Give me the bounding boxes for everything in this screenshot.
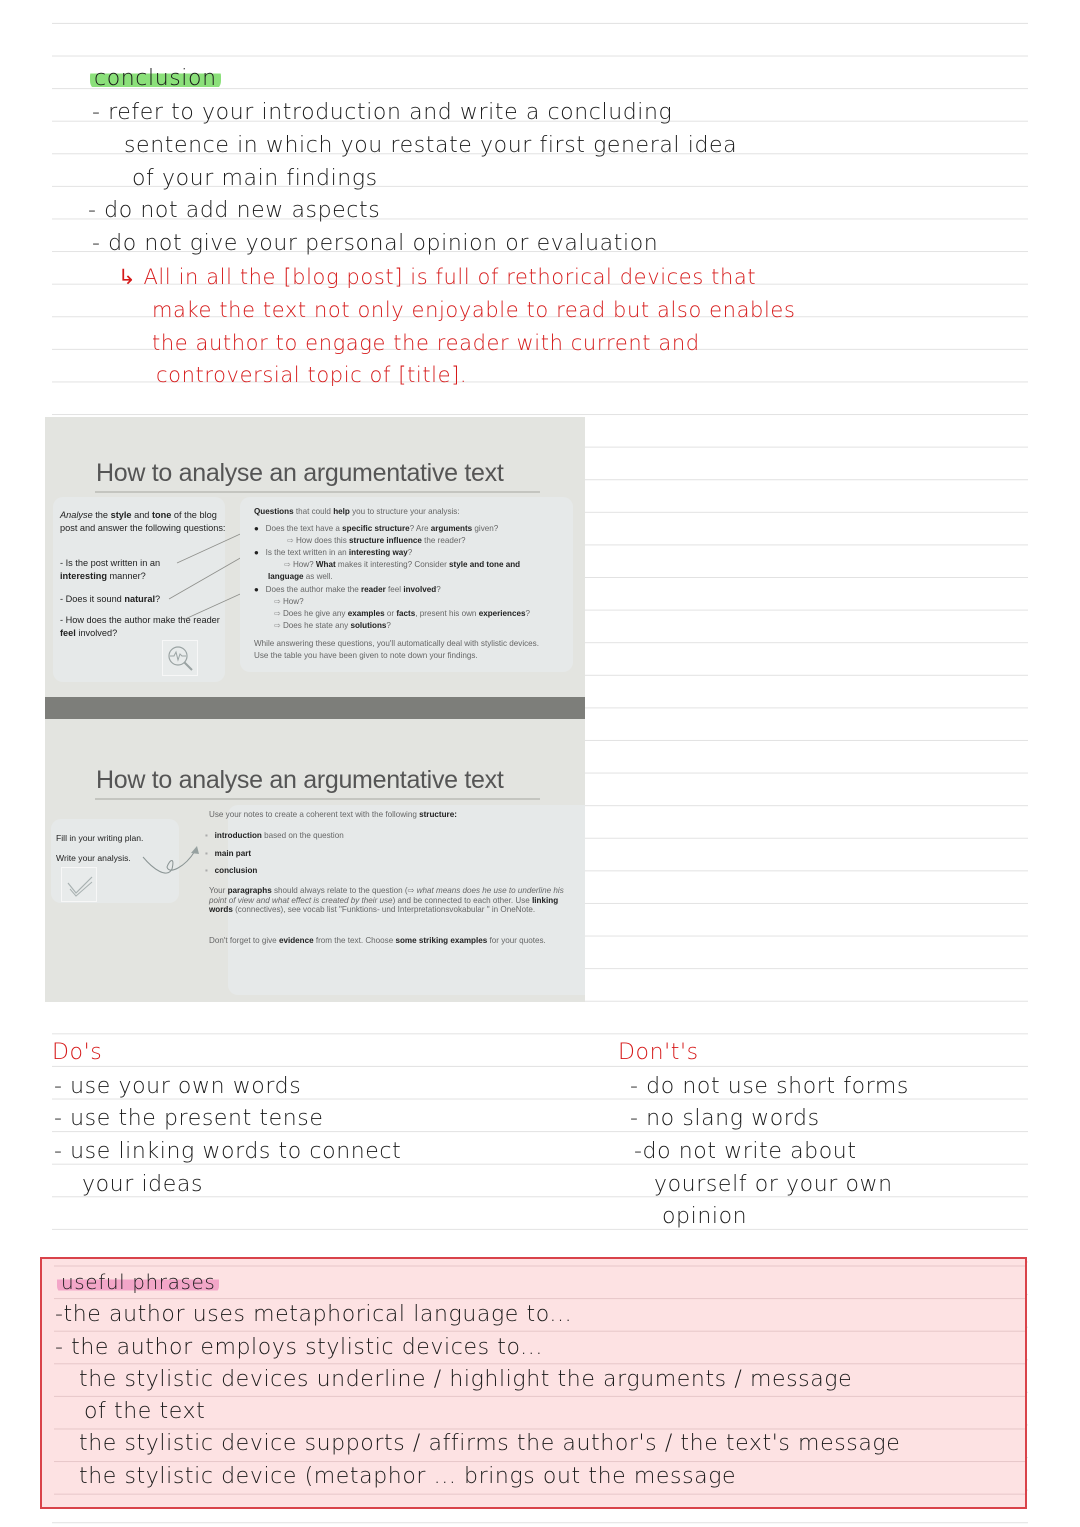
structure-item: ▪ main part [205,849,252,858]
donts-item: - do not use short forms [630,1074,909,1099]
arrow-right-icon: ⇨ [287,536,296,545]
phrase-line: - the author employs stylistic devices t… [55,1335,543,1360]
question-bullet-2-sub: ⇨ How? What makes it interesting? Consid… [268,560,521,582]
magnifier-heartbeat-icon [162,640,198,676]
conclusion-line: sentence in which you restate your first… [124,133,738,158]
arrow-right-icon: ⇨ [274,621,283,630]
phrase-line: of the text [84,1399,206,1424]
conclusion-example-line: controversial topic of [title]. [156,363,468,387]
connector-line [168,552,250,600]
phrase-line: the stylistic device (metaphor ... bring… [79,1464,737,1489]
question-bullet-1: ● Does the text have a specific structur… [254,524,499,533]
evidence-note: Don't forget to give evidence from the t… [209,936,546,945]
connector-line [176,529,250,564]
phrases-heading: useful phrases [57,1269,220,1295]
conclusion-line: of your main findings [132,166,378,191]
question-bullet-3-sub: ⇨ How? [274,597,304,606]
donts-item: opinion [662,1204,748,1229]
question-bullet-2: ● Is the text written in an interesting … [254,548,413,557]
conclusion-line: - refer to your introduction and write a… [92,100,673,125]
conclusion-example-line: the author to engage the reader with cur… [152,331,700,355]
conclusion-heading: conclusion [90,66,221,92]
questions-footer: While answering these questions, you'll … [254,639,539,661]
phrase-line: the stylistic devices underline / highli… [79,1367,853,1392]
slide-writing-structure: How to analyse an argumentative text Fil… [45,719,585,1002]
arrow-right-icon: ⇨ [274,597,283,606]
slide-analyse-questions: How to analyse an argumentative text Ana… [45,417,585,697]
conclusion-line: - do not give your personal opinion or e… [92,231,659,256]
structure-item: ▪ introduction based on the question [205,831,344,840]
question-bullet-3-sub: ⇨ Does he give any examples or facts, pr… [274,609,530,618]
slide-separator [45,697,585,719]
dos-item: - use linking words to connect [54,1139,402,1164]
phrase-line: -the author uses metaphorical language t… [55,1302,573,1327]
question-bullet-3-sub: ⇨ Does he state any solutions? [274,621,391,630]
dos-item: - use your own words [54,1074,302,1099]
dos-item: your ideas [82,1172,204,1197]
dos-heading: Do's [52,1040,103,1065]
useful-phrases-box: useful phrases -the author uses metaphor… [40,1257,1027,1509]
pen-check-icon [61,867,97,902]
donts-item: yourself or your own [654,1172,893,1197]
arrow-right-icon: ⇨ [284,560,293,569]
question-bullet-1-sub: ⇨ How does this structure influence the … [287,536,466,545]
donts-item: - no slang words [630,1106,820,1131]
phrase-line: the stylistic device supports / affirms … [79,1431,901,1456]
conclusion-example-line: make the text not only enjoyable to read… [152,298,796,322]
conclusion-line: - do not add new aspects [88,198,381,223]
donts-item: -do not write about [634,1139,857,1164]
structure-header: Use your notes to create a coherent text… [209,810,457,819]
arrow-right-icon: ⇨ [274,609,283,618]
dos-item: - use the present tense [54,1106,324,1131]
questions-header: Questions that could help you to structu… [254,507,460,516]
structure-item: ▪ conclusion [205,866,258,875]
donts-heading: Don't's [618,1040,699,1065]
question-bullet-3: ● Does the author make the reader feel i… [254,585,441,594]
conclusion-example-line: ↳ All in all the [blog post] is full of … [118,265,757,289]
paragraphs-note: Your paragraphs should always relate to … [209,886,564,915]
